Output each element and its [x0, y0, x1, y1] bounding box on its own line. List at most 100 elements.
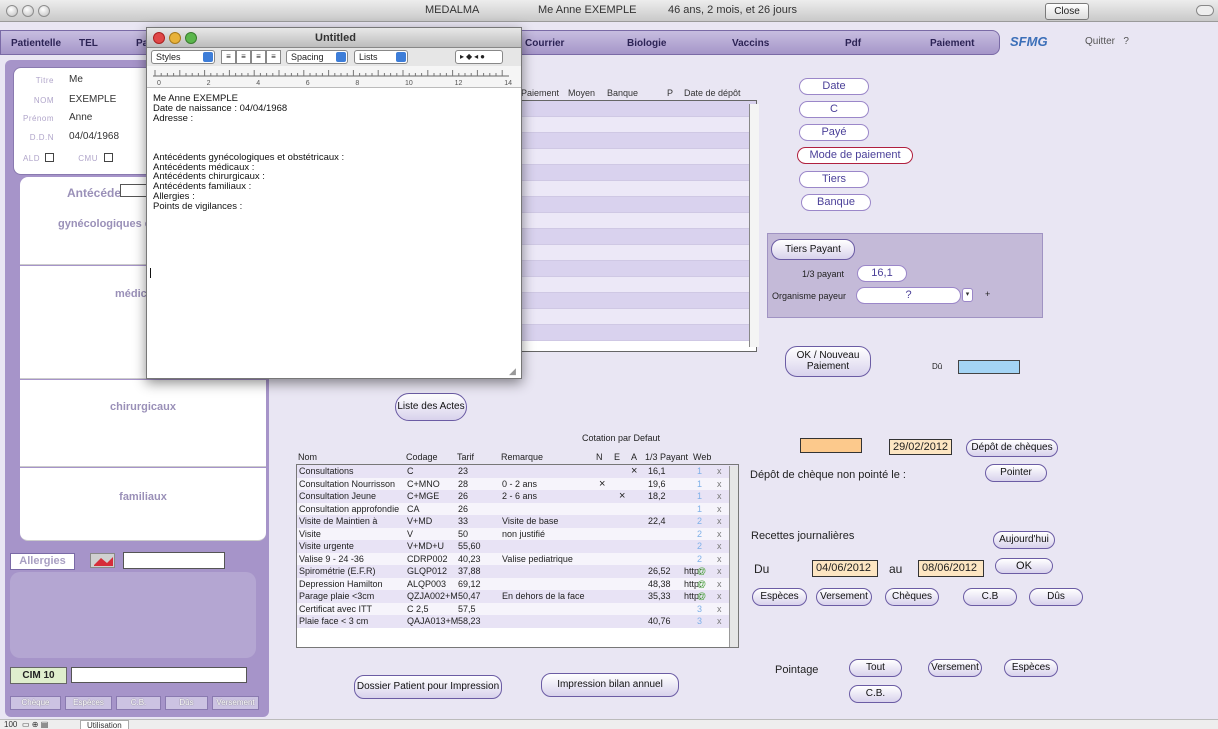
- pointage-cb-button[interactable]: C.B.: [849, 685, 902, 703]
- date-from-field[interactable]: 04/06/2012: [812, 560, 878, 577]
- pointer-button[interactable]: Pointer: [985, 464, 1047, 482]
- table-row[interactable]: [516, 261, 756, 277]
- align-left-icon[interactable]: ≡: [221, 50, 236, 64]
- editor-text-content[interactable]: Me Anne EXEMPLE Date de naissance : 04/0…: [153, 94, 513, 212]
- zoom-controls-icon[interactable]: ▭ ⊕ ▤: [22, 720, 48, 729]
- delete-row-icon[interactable]: x: [717, 590, 722, 602]
- sort-banque-button[interactable]: Banque: [801, 194, 871, 211]
- delete-row-icon[interactable]: x: [717, 528, 722, 540]
- actes-table[interactable]: Consultations C 23 × 16,1 1 x Consultation Nour…: [296, 464, 739, 648]
- table-row[interactable]: Valise 9 - 24 -36 CDRP002 40,23 Valise pedi…: [297, 552, 738, 565]
- delete-row-icon[interactable]: x: [717, 540, 722, 552]
- allergy-flag-icon[interactable]: [90, 553, 115, 568]
- editor-minimize-icon[interactable]: [169, 32, 181, 44]
- recettes-cb-button[interactable]: C.B: [963, 588, 1017, 606]
- recettes-versement-button[interactable]: Versement: [816, 588, 872, 606]
- toolbar-toggle-icon[interactable]: [1196, 5, 1214, 16]
- payments-table[interactable]: [515, 100, 757, 352]
- table-row[interactable]: Consultation Jeune C+MGE 26 2 - 6 ans × 18,2 1…: [297, 490, 738, 503]
- table-row[interactable]: [516, 101, 756, 117]
- sort-tiers-button[interactable]: Tiers: [799, 171, 869, 188]
- antecedents-chirurgicaux-section[interactable]: chirurgicaux: [20, 380, 266, 467]
- pointage-tout-button[interactable]: Tout: [849, 659, 902, 677]
- delete-row-icon[interactable]: x: [717, 603, 722, 615]
- allergies-input[interactable]: [123, 552, 225, 569]
- table-row[interactable]: [516, 165, 756, 181]
- table-row[interactable]: [516, 325, 756, 341]
- delete-row-icon[interactable]: x: [717, 615, 722, 627]
- table-row[interactable]: [516, 229, 756, 245]
- delete-row-icon[interactable]: x: [717, 565, 722, 577]
- table-row[interactable]: [516, 117, 756, 133]
- side-cheque-button[interactable]: Chèque: [10, 696, 61, 710]
- mode-label[interactable]: Utilisation: [80, 720, 129, 729]
- styles-select[interactable]: Styles: [151, 50, 215, 64]
- table-row[interactable]: Consultation approfondie CA 26 1 x: [297, 502, 738, 515]
- table-row[interactable]: [516, 293, 756, 309]
- align-center-icon[interactable]: ≡: [236, 50, 251, 64]
- table-row[interactable]: Depression Hamilton ALQP003 69,12 48,38 http…: [297, 577, 738, 590]
- depot-amount-field[interactable]: [800, 438, 862, 453]
- close-window-icon[interactable]: [6, 5, 18, 17]
- table-row[interactable]: [516, 245, 756, 261]
- chevron-down-icon[interactable]: ▾: [962, 288, 973, 302]
- table-row[interactable]: [516, 213, 756, 229]
- spacing-select[interactable]: Spacing: [286, 50, 348, 64]
- table-row[interactable]: Visite V 50 non justifié 2 x: [297, 527, 738, 540]
- menu-paiement[interactable]: Paiement: [930, 38, 974, 49]
- recettes-cheques-button[interactable]: Chèques: [885, 588, 939, 606]
- table-row[interactable]: Consultations C 23 × 16,1 1 x: [297, 465, 738, 478]
- align-justify-icon[interactable]: ≡: [266, 50, 281, 64]
- tiers-value-field[interactable]: 16,1: [857, 265, 907, 282]
- table-row[interactable]: [516, 149, 756, 165]
- table-row[interactable]: [516, 277, 756, 293]
- antecedents-familiaux-section[interactable]: familiaux: [20, 468, 266, 541]
- side-versement-button[interactable]: Versement: [212, 696, 259, 710]
- zoom-level[interactable]: 100: [4, 720, 17, 729]
- side-cb-button[interactable]: C.B.: [116, 696, 161, 710]
- delete-row-icon[interactable]: x: [717, 553, 722, 565]
- sort-date-button[interactable]: Date: [799, 78, 869, 95]
- sfmg-logo[interactable]: SFMG: [1010, 34, 1048, 49]
- delete-row-icon[interactable]: x: [717, 503, 722, 515]
- menu-biologie[interactable]: Biologie: [627, 38, 666, 49]
- quit-link[interactable]: Quitter: [1085, 36, 1115, 47]
- menu-patientelle[interactable]: Patientelle: [11, 38, 61, 49]
- organisme-add-button[interactable]: +: [985, 289, 990, 299]
- lists-select[interactable]: Lists: [354, 50, 408, 64]
- delete-row-icon[interactable]: x: [717, 465, 722, 477]
- ddn-value[interactable]: 04/04/1968: [69, 131, 119, 142]
- table-row[interactable]: Parage plaie <3cm QZJA002+M 50,47 En dehors…: [297, 590, 738, 603]
- recettes-especes-button[interactable]: Espèces: [752, 588, 807, 606]
- tiers-payant-button[interactable]: Tiers Payant: [771, 239, 855, 260]
- table-row[interactable]: Certificat avec ITT C 2,5 57,5 3 x: [297, 602, 738, 615]
- depot-date-field[interactable]: 29/02/2012: [889, 439, 952, 455]
- text-editor-window[interactable]: Untitled Styles ≡ ≡ ≡ ≡ Spacing Lists ▸◆…: [146, 27, 522, 379]
- actes-scrollbar[interactable]: [729, 466, 738, 647]
- table-row[interactable]: Plaie face < 3 cm QAJA013+M 58,23 40,76 3 x: [297, 615, 738, 628]
- dossier-impression-button[interactable]: Dossier Patient pour Impression: [354, 675, 502, 699]
- editor-zoom-icon[interactable]: [185, 32, 197, 44]
- table-row[interactable]: [516, 197, 756, 213]
- editor-title-bar[interactable]: Untitled: [147, 28, 521, 48]
- menu-tel[interactable]: TEL: [79, 38, 98, 49]
- table-row[interactable]: Visite urgente V+MD+U 55,60 2 x: [297, 540, 738, 553]
- side-especes-button[interactable]: Espèces: [65, 696, 112, 710]
- allergies-notes-area[interactable]: [10, 572, 256, 658]
- menu-vaccins[interactable]: Vaccins: [732, 38, 769, 49]
- depot-cheques-button[interactable]: Dépôt de chèques: [966, 439, 1058, 457]
- recettes-ok-button[interactable]: OK: [995, 558, 1053, 574]
- table-row[interactable]: [516, 133, 756, 149]
- sort-paye-button[interactable]: Payé: [799, 124, 869, 141]
- editor-close-icon[interactable]: [153, 32, 165, 44]
- organisme-select[interactable]: ?: [856, 287, 961, 304]
- ok-nouveau-paiement-button[interactable]: OK / Nouveau Paiement: [785, 346, 871, 377]
- table-row[interactable]: Spirométrie (E.F.R) GLQP012 37,88 26,52 http…: [297, 565, 738, 578]
- table-row[interactable]: Consultation Nourrisson C+MNO 28 0 - 2 ans ×…: [297, 477, 738, 490]
- sort-mode-paiement-button[interactable]: Mode de paiement: [797, 147, 913, 164]
- table-row[interactable]: [516, 309, 756, 325]
- delete-row-icon[interactable]: x: [717, 515, 722, 527]
- pointage-versement-button[interactable]: Versement: [928, 659, 982, 677]
- bilan-annuel-button[interactable]: Impression bilan annuel: [541, 673, 679, 697]
- du-field[interactable]: [958, 360, 1020, 374]
